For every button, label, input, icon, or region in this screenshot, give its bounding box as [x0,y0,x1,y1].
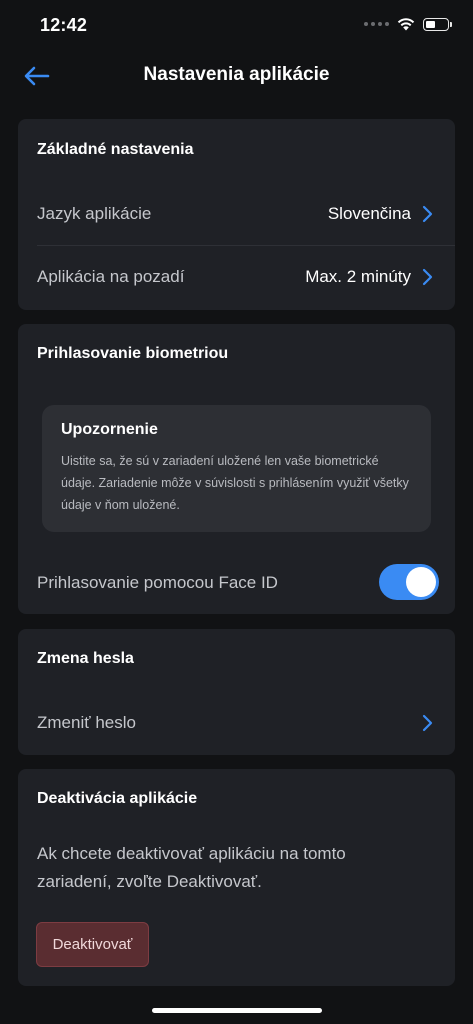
background-value: Max. 2 minúty [305,267,411,286]
home-indicator [152,1008,322,1013]
notice-text: Uistite sa, že sú v zariadení uložené le… [61,454,409,512]
chevron-right-icon [422,268,433,286]
change-password-label: Zmeniť heslo [37,713,136,732]
password-card: Zmena hesla Zmeniť heslo [18,629,455,755]
basic-settings-title: Základné nastavenia [37,141,194,158]
deactivation-title: Deaktivácia aplikácie [37,790,198,807]
background-row[interactable]: Aplikácia na pozadí Max. 2 minúty [37,246,455,308]
deactivation-text: Ak chcete deaktivovať aplikáciu na tomto… [37,844,346,891]
language-row[interactable]: Jazyk aplikácie Slovenčina [37,183,455,245]
biometric-title: Prihlasovanie biometriou [37,345,229,362]
chevron-right-icon [422,205,433,223]
notice-title: Upozornenie [61,421,158,438]
wifi-icon [397,18,415,31]
language-value: Slovenčina [327,204,411,223]
battery-icon [423,17,452,31]
status-bar: 12:42 [0,0,473,50]
deactivation-card: Deaktivácia aplikácie Ak chcete deaktivo… [18,769,455,986]
deactivate-button[interactable]: Deaktivovať [36,922,149,967]
faceid-toggle[interactable] [379,564,439,600]
basic-settings-card: Základné nastavenia Jazyk aplikácie Slov… [18,119,455,310]
change-password-row[interactable]: Zmeniť heslo [37,692,455,754]
chevron-right-icon [422,714,433,732]
cellular-signal-icon [364,22,389,26]
background-label: Aplikácia na pozadí [37,267,185,286]
biometric-card: Prihlasovanie biometriou Upozornenie Uis… [18,324,455,614]
language-label: Jazyk aplikácie [37,204,152,223]
page-title: Nastavenia aplikácie [143,64,330,85]
status-icons [364,17,452,31]
navigation-bar: Nastavenia aplikácie [0,50,473,102]
toggle-knob [406,567,436,597]
status-time: 12:42 [40,15,88,35]
warning-notice: Upozornenie Uistite sa, že sú v zariaden… [42,405,431,532]
password-title: Zmena hesla [37,650,134,667]
